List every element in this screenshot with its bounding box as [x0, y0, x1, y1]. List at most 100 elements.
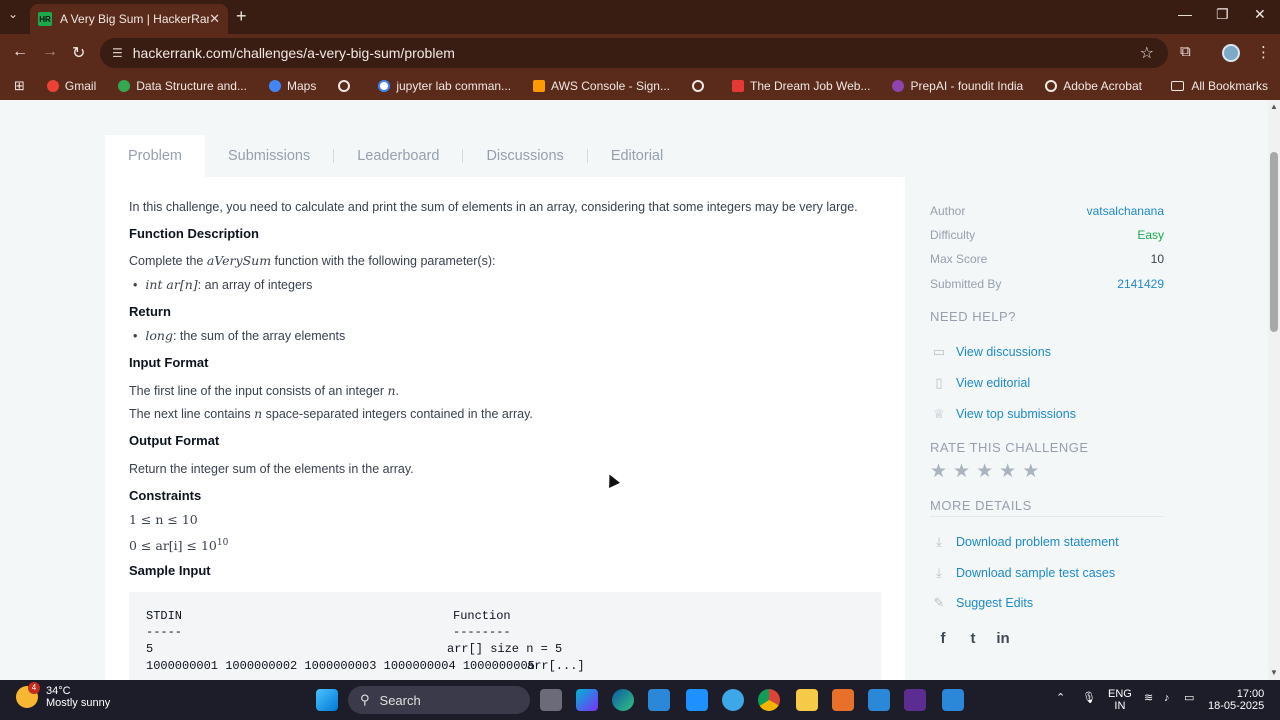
view-editorial-link[interactable]: ▯ View editorial: [930, 375, 1030, 391]
notepad-icon[interactable]: [868, 689, 890, 711]
twitter-icon[interactable]: t: [964, 630, 982, 648]
difficulty-value: Easy: [1137, 228, 1164, 242]
tab-leaderboard[interactable]: Leaderboard: [334, 149, 464, 163]
bookmark-globe[interactable]: [338, 80, 356, 92]
bookmark-globe-2[interactable]: [691, 80, 710, 92]
download-sample-test-cases-link[interactable]: ⤓ Download sample test cases: [930, 565, 1115, 581]
windows-start-icon[interactable]: [316, 689, 338, 711]
apps-grid-icon[interactable]: ⊞: [14, 78, 25, 94]
rating-stars: ★ ★ ★ ★ ★: [930, 460, 1045, 483]
task-view-icon[interactable]: [540, 689, 562, 711]
star-icon-4[interactable]: ★: [999, 460, 1016, 483]
code-header-stdin: STDIN: [146, 609, 183, 623]
weather-widget[interactable]: 4 34°C Mostly sunny: [16, 682, 110, 709]
max-score-row: Max Score 10: [930, 252, 1164, 266]
globe-icon: [1045, 80, 1058, 92]
page-scrollbar[interactable]: ▲ ▼: [1268, 100, 1280, 680]
wifi-icon[interactable]: ≋: [1144, 692, 1153, 704]
chrome-icon[interactable]: [758, 689, 780, 711]
scroll-down-icon[interactable]: ▼: [1270, 668, 1278, 677]
max-score-value: 10: [1150, 252, 1164, 266]
code-header-function: Function: [453, 609, 511, 623]
tab-problem[interactable]: Problem: [105, 135, 205, 177]
python-icon[interactable]: [722, 689, 744, 711]
maximize-icon[interactable]: ❐: [1216, 6, 1229, 23]
bookmark-dream-job[interactable]: The Dream Job Web...: [731, 79, 870, 93]
language-indicator[interactable]: ENG IN: [1108, 688, 1132, 712]
submitted-by-link[interactable]: 2141429: [1117, 277, 1164, 291]
author-row: Author vatsalchanana: [930, 204, 1164, 218]
function-description-heading: Function Description: [129, 226, 259, 241]
close-window-icon[interactable]: ✕: [1254, 6, 1266, 23]
reload-icon[interactable]: ↻: [72, 43, 85, 63]
tab-discussions[interactable]: Discussions: [463, 149, 588, 163]
globe-icon: [338, 80, 351, 92]
tab-list-chevron-icon[interactable]: ⌄: [8, 7, 18, 21]
hackerrank-favicon-icon: HR: [38, 12, 52, 26]
notification-badge: 4: [28, 682, 40, 694]
browser-tab-active[interactable]: HR A Very Big Sum | HackerRank ✕: [30, 4, 228, 34]
need-help-heading: NEED HELP?: [930, 309, 1016, 324]
close-tab-icon[interactable]: ✕: [209, 11, 220, 27]
download-icon: ⤓: [936, 534, 942, 549]
taskbar-search[interactable]: ⚲ Search: [348, 686, 530, 714]
facebook-icon[interactable]: f: [934, 630, 952, 648]
star-icon-1[interactable]: ★: [930, 460, 947, 483]
app-icon[interactable]: [832, 689, 854, 711]
app-icon[interactable]: [904, 689, 926, 711]
star-icon-2[interactable]: ★: [953, 460, 970, 483]
profile-avatar[interactable]: [1222, 44, 1240, 62]
bookmark-star-icon[interactable]: ☆: [1140, 43, 1154, 63]
tab-submissions[interactable]: Submissions: [205, 149, 335, 163]
pencil-icon: ✎: [933, 595, 945, 610]
bookmark-aws[interactable]: AWS Console - Sign...: [533, 79, 670, 93]
code-row-2-right: arr[...]: [527, 659, 585, 673]
all-bookmarks[interactable]: All Bookmarks: [1171, 79, 1268, 93]
bookmark-prepai[interactable]: PrepAI - foundit India: [892, 79, 1023, 93]
address-bar[interactable]: ☰ hackerrank.com/challenges/a-very-big-s…: [100, 38, 1168, 68]
author-link[interactable]: vatsalchanana: [1087, 204, 1164, 218]
view-discussions-link[interactable]: ▭ View discussions: [930, 344, 1051, 360]
code-row-2-left: 1000000001 1000000002 1000000003 1000000…: [146, 659, 535, 673]
bookmark-gmail[interactable]: Gmail: [46, 79, 96, 93]
book-icon: ▯: [935, 375, 943, 390]
tray-chevron-icon[interactable]: ⌃: [1056, 692, 1065, 704]
tab-editorial[interactable]: Editorial: [588, 149, 686, 164]
mysql-icon[interactable]: [686, 689, 708, 711]
edge-icon[interactable]: [612, 689, 634, 711]
bookmark-jupyter[interactable]: jupyter lab comman...: [378, 79, 511, 93]
scroll-up-icon[interactable]: ▲: [1270, 102, 1278, 111]
problem-intro: In this challenge, you need to calculate…: [129, 200, 858, 214]
scrollbar-thumb[interactable]: [1270, 152, 1278, 332]
bookmark-maps[interactable]: Maps: [268, 79, 316, 93]
microphone-icon[interactable]: 🎙: [1082, 692, 1096, 704]
back-icon[interactable]: ←: [12, 43, 28, 61]
extensions-icon[interactable]: ⧉: [1180, 43, 1191, 60]
input-format-heading: Input Format: [129, 355, 209, 370]
download-problem-statement-link[interactable]: ⤓ Download problem statement: [930, 534, 1118, 550]
sample-input-heading: Sample Input: [129, 563, 211, 578]
copilot-icon[interactable]: [576, 689, 598, 711]
app-icon[interactable]: [942, 689, 964, 711]
suggest-edits-link[interactable]: ✎ Suggest Edits: [930, 595, 1034, 611]
sample-input-code: STDIN Function ----- -------- 5 arr[] si…: [129, 592, 881, 680]
forward-icon[interactable]: →: [42, 43, 58, 61]
site-info-icon[interactable]: ☰: [112, 46, 123, 60]
bookmark-data-structure[interactable]: Data Structure and...: [118, 79, 247, 93]
foundit-icon: [892, 80, 905, 92]
clock[interactable]: 17:00 18-05-2025: [1208, 688, 1264, 712]
view-top-submissions-link[interactable]: ♕ View top submissions: [930, 406, 1076, 422]
bookmark-adobe[interactable]: Adobe Acrobat: [1045, 79, 1142, 93]
star-icon-3[interactable]: ★: [976, 460, 993, 483]
menu-icon[interactable]: ⋮: [1256, 43, 1271, 61]
file-explorer-icon[interactable]: [796, 689, 818, 711]
store-icon[interactable]: [648, 689, 670, 711]
linkedin-icon[interactable]: in: [994, 630, 1012, 648]
more-details-heading: MORE DETAILS: [930, 498, 1032, 513]
sun-icon: 4: [16, 682, 40, 708]
minimize-icon[interactable]: —: [1178, 6, 1192, 22]
volume-icon[interactable]: ♪: [1164, 692, 1170, 704]
star-icon-5[interactable]: ★: [1022, 460, 1039, 483]
new-tab-icon[interactable]: +: [236, 6, 247, 27]
battery-icon[interactable]: ▭: [1184, 692, 1194, 704]
